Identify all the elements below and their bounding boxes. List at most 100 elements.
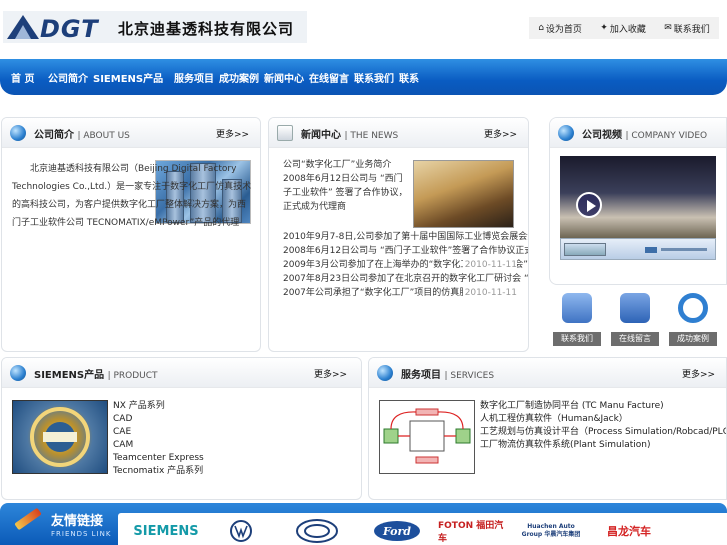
services-title: 服务项目 | SERVICES bbox=[401, 370, 495, 381]
gm-logo-link[interactable] bbox=[294, 517, 340, 545]
set-homepage-link[interactable]: ⌂ 设为首页 bbox=[538, 22, 582, 35]
product-item[interactable]: CAE bbox=[113, 426, 204, 439]
news-date: 2010-11-11 bbox=[462, 286, 517, 300]
product-panel: SIEMENS产品 | PRODUCT 更多>> NX 产品系列 CAD CAE… bbox=[1, 357, 362, 500]
partner-logos: SIEMENS Ford FOTON 福田汽车 Huachen Auto Gro… bbox=[118, 513, 727, 545]
nav-services[interactable]: 服务项目 bbox=[174, 70, 214, 85]
about-more-link[interactable]: 更多>> bbox=[216, 127, 249, 140]
play-icon[interactable] bbox=[576, 192, 602, 218]
news-intro: 2008年6月12日公司与 “西门子工业软件” 签署了合作协议，正式成为代理商 bbox=[283, 174, 408, 212]
service-item[interactable]: 工艺规划与仿真设计平台（Process Simulation/Robcad/PL… bbox=[480, 426, 726, 439]
gm-logo-icon bbox=[296, 519, 338, 543]
svg-text:Ford: Ford bbox=[382, 525, 411, 538]
header: DGT 北京迪基透科技有限公司 ⌂ 设为首页 ✦ 加入收藏 ✉ 联系我们 bbox=[0, 0, 727, 58]
news-title: 新闻中心 | THE NEWS bbox=[301, 130, 399, 141]
video-controls bbox=[560, 238, 716, 260]
add-favorite-link[interactable]: ✦ 加入收藏 bbox=[600, 22, 646, 35]
nav-contact[interactable]: 联系我们 bbox=[354, 70, 394, 85]
phone-contact-icon bbox=[562, 293, 592, 323]
service-item[interactable]: 人机工程仿真软件（Human&Jack） bbox=[480, 413, 726, 426]
nav-home[interactable]: 首 页 bbox=[11, 70, 34, 85]
services-list: 数字化工厂制造协同平台 (TC Manu Facture) 人机工程仿真软件（H… bbox=[480, 400, 726, 452]
siemens-logo-link[interactable]: SIEMENS bbox=[128, 517, 204, 545]
friends-link-bar: 友情链接 FRIENDS LINK SIEMENS Ford FOTON 福田汽… bbox=[0, 503, 727, 545]
product-item[interactable]: CAD bbox=[113, 413, 204, 426]
top-links: ⌂ 设为首页 ✦ 加入收藏 ✉ 联系我们 bbox=[529, 17, 719, 39]
services-panel-header: 服务项目 | SERVICES 更多>> bbox=[369, 358, 726, 388]
news-list: 2010年9月7-8日,公司参加了第十届中国国际工业博览会展会活动 2008年6… bbox=[283, 230, 528, 300]
company-name: 北京迪基透科技有限公司 bbox=[118, 20, 295, 38]
message-board-icon bbox=[620, 293, 650, 323]
service-item[interactable]: 工厂物流仿真软件系统(Plant Simulation) bbox=[480, 439, 726, 452]
logo[interactable]: DGT 北京迪基透科技有限公司 bbox=[3, 11, 307, 43]
favorite-icon: ✦ bbox=[600, 23, 608, 33]
product-more-link[interactable]: 更多>> bbox=[314, 367, 347, 380]
success-case-icon bbox=[678, 293, 708, 323]
services-panel: 服务项目 | SERVICES 更多>> 数字化工厂制造协同平台 (TC Man… bbox=[368, 357, 727, 500]
huachen-logo-link[interactable]: Huachen Auto Group 华晨汽车集团 bbox=[516, 517, 586, 545]
contact-us-link[interactable]: ✉ 联系我们 bbox=[664, 22, 710, 35]
product-emblem-image bbox=[12, 400, 108, 474]
contact-icon: ✉ bbox=[664, 23, 672, 33]
nav-about[interactable]: 公司简介 bbox=[48, 70, 88, 85]
nav-contact-short[interactable]: 联系 bbox=[399, 70, 419, 85]
nav-siemens-products[interactable]: SIEMENS产品 bbox=[93, 70, 163, 85]
foton-logo-link[interactable]: FOTON 福田汽车 bbox=[438, 517, 510, 545]
process-diagram-image bbox=[379, 400, 475, 474]
vw-logo-icon bbox=[230, 520, 252, 542]
about-title: 公司简介 | ABOUT US bbox=[34, 130, 130, 141]
news-item[interactable]: 2008年6月12日公司与 “西门子工业软件”签署了合作协议正式成为代理商 bbox=[283, 244, 528, 258]
quick-contact[interactable]: 联系我们 bbox=[551, 291, 603, 349]
logo-triangle-icon bbox=[7, 15, 39, 39]
globe-icon bbox=[558, 125, 574, 141]
news-item[interactable]: 2007年8月23日公司参加了在北京召开的数字化工厂研讨会 “数字化工厂” bbox=[283, 272, 528, 286]
quick-label: 在线留言 bbox=[611, 332, 659, 346]
ford-logo-link[interactable]: Ford bbox=[373, 517, 421, 545]
nav-message[interactable]: 在线留言 bbox=[309, 70, 349, 85]
news-photo bbox=[413, 160, 514, 228]
product-title: SIEMENS产品 | PRODUCT bbox=[34, 370, 158, 381]
globe-icon bbox=[10, 365, 26, 381]
quick-label: 成功案例 bbox=[669, 332, 717, 346]
top-link-label: 加入收藏 bbox=[609, 24, 646, 35]
video-panel: 公司视频 | COMPANY VIDEO bbox=[549, 117, 727, 285]
friends-link-subtitle: FRIENDS LINK bbox=[51, 530, 112, 538]
services-more-link[interactable]: 更多>> bbox=[682, 367, 715, 380]
quick-message[interactable]: 在线留言 bbox=[609, 291, 661, 349]
top-link-label: 设为首页 bbox=[545, 24, 582, 35]
document-icon bbox=[277, 125, 293, 141]
product-list: NX 产品系列 CAD CAE CAM Teamcenter Express T… bbox=[113, 400, 204, 478]
emblem-icon bbox=[30, 407, 90, 467]
news-item[interactable]: 2010年9月7-8日,公司参加了第十届中国国际工业博览会展会活动 bbox=[283, 230, 528, 244]
volume-icon[interactable] bbox=[645, 247, 657, 253]
home-icon: ⌂ bbox=[538, 23, 544, 33]
volume-slider[interactable] bbox=[661, 248, 707, 251]
video-play-button[interactable] bbox=[564, 243, 606, 256]
news-item[interactable]: 2009年3月公司参加了在上海举办的“数字化工厂技术研讨会”活动 2010-11-… bbox=[283, 258, 528, 272]
news-more-link[interactable]: 更多>> bbox=[484, 127, 517, 140]
friends-link-title: 友情链接 bbox=[51, 514, 104, 529]
globe-icon bbox=[377, 365, 393, 381]
product-item[interactable]: CAM bbox=[113, 439, 204, 452]
video-title: 公司视频 | COMPANY VIDEO bbox=[582, 130, 708, 141]
service-item[interactable]: 数字化工厂制造协同平台 (TC Manu Facture) bbox=[480, 400, 726, 413]
main-nav: 首 页 公司简介 SIEMENS产品 服务项目 成功案例 新闻中心 在线留言 联… bbox=[0, 59, 727, 95]
news-panel: 新闻中心 | THE NEWS 更多>> 公司“数字化工厂”业务简介 2008年… bbox=[268, 117, 529, 352]
nav-news[interactable]: 新闻中心 bbox=[264, 70, 304, 85]
video-player[interactable] bbox=[560, 156, 716, 238]
globe-icon bbox=[10, 125, 26, 141]
ford-logo-icon: Ford bbox=[374, 521, 420, 541]
quick-links: 联系我们 在线留言 成功案例 bbox=[551, 291, 727, 351]
about-text: 北京迪基透科技有限公司（Beijing Digital Factory Tech… bbox=[12, 164, 252, 228]
quick-cases[interactable]: 成功案例 bbox=[667, 291, 719, 349]
about-panel: 公司简介 | ABOUT US 更多>> 北京迪基透科技有限公司（Beijing… bbox=[1, 117, 261, 352]
nav-cases[interactable]: 成功案例 bbox=[219, 70, 259, 85]
product-item[interactable]: Tecnomatix 产品系列 bbox=[113, 465, 204, 478]
news-item[interactable]: 2007年公司承担了“数字化工厂”项目的仿真服务工作任务 2010-11-11 bbox=[283, 286, 517, 300]
news-date: 2010-11-11 bbox=[462, 258, 517, 272]
vw-logo-link[interactable] bbox=[228, 517, 254, 545]
changlong-logo-link[interactable]: 昌龙汽车 bbox=[594, 517, 664, 545]
product-item[interactable]: NX 产品系列 bbox=[113, 400, 204, 413]
product-item[interactable]: Teamcenter Express bbox=[113, 452, 204, 465]
news-headline[interactable]: 公司“数字化工厂”业务简介 bbox=[283, 158, 411, 172]
